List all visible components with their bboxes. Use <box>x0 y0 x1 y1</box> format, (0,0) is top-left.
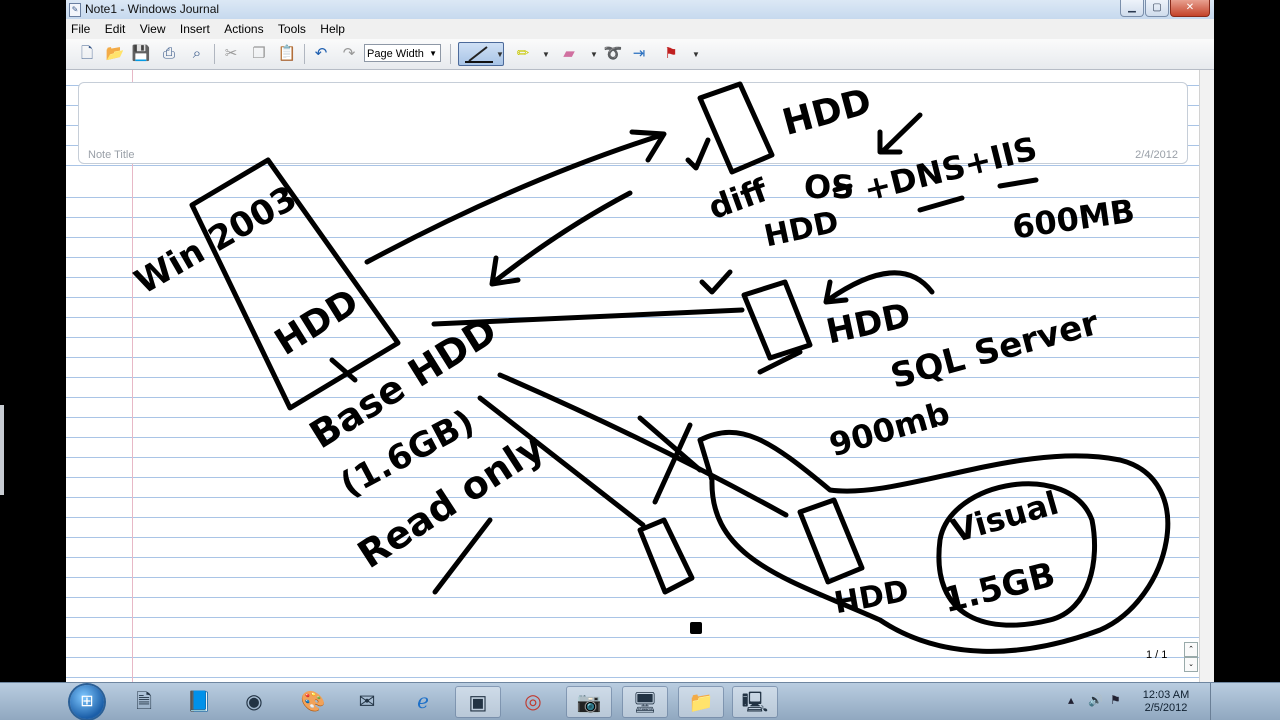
start-button[interactable]: ⊞ <box>70 685 104 719</box>
taskbar: ⊞ 🗎 📘 ◉ 🎨 ✉ ℯ ▣ ◎ 📷 🖥 📁 🖳 ▴ 🔊 ⚑ 12:03 AM… <box>0 682 1280 720</box>
ink-sql-hdd-box <box>741 279 813 361</box>
ink-small-hdd-box <box>637 517 695 595</box>
virtual-machine-icon[interactable]: ▣ <box>455 686 501 718</box>
ink-top-hdd-box <box>697 81 775 175</box>
ink-underline <box>832 177 1039 213</box>
folder-icon[interactable]: 📁 <box>678 686 724 718</box>
ink-drawing <box>189 81 1171 654</box>
outlook-icon[interactable]: ✉ <box>344 686 390 718</box>
notepad-icon[interactable]: 📘 <box>176 686 222 718</box>
ink-arrow-to-os <box>877 112 923 155</box>
chevron-up-icon[interactable]: ▴ <box>1068 693 1074 707</box>
system-tray: ▴ 🔊 ⚑ 12:03 AM 2/5/2012 <box>1068 686 1208 718</box>
ink-main-hdd-box <box>189 157 401 411</box>
clock-date: 2/5/2012 <box>1144 702 1188 714</box>
ink-arrowhead <box>629 129 667 163</box>
paint-icon[interactable]: 🎨 <box>290 686 336 718</box>
internet-explorer-icon[interactable]: ℯ <box>400 686 446 718</box>
chrome-like-icon[interactable]: ◉ <box>231 686 277 718</box>
ink-big-loop <box>697 429 1171 654</box>
ink-line-to-small <box>477 395 646 528</box>
ink-visual-loop <box>936 481 1097 628</box>
windows-explorer-icon[interactable]: 🗎 <box>121 686 167 718</box>
ink-visual-hdd-box <box>797 497 865 585</box>
ink-arrow-back <box>491 190 633 285</box>
clock-time: 12:03 AM <box>1142 689 1190 701</box>
volume-icon[interactable]: 🔊 <box>1088 693 1103 707</box>
ink-x-cross <box>637 415 703 505</box>
chrome-icon[interactable]: ◎ <box>510 686 556 718</box>
ink-line-to-sql <box>431 307 745 327</box>
ink-check <box>685 137 711 171</box>
ink-check <box>699 269 733 295</box>
clock[interactable]: 12:03 AM 2/5/2012 <box>1140 689 1192 715</box>
remote-desktop-icon[interactable]: 🖥 <box>622 686 668 718</box>
camera-icon[interactable]: 📷 <box>566 686 612 718</box>
flag-icon[interactable]: ⚑ <box>1110 693 1121 707</box>
ink-readonly-line <box>432 517 493 595</box>
pen-cursor <box>690 622 702 634</box>
show-desktop-button[interactable] <box>1210 683 1215 720</box>
ink-curved-arrow-sql <box>823 270 935 305</box>
vm-console-icon[interactable]: 🖳 <box>732 686 778 718</box>
